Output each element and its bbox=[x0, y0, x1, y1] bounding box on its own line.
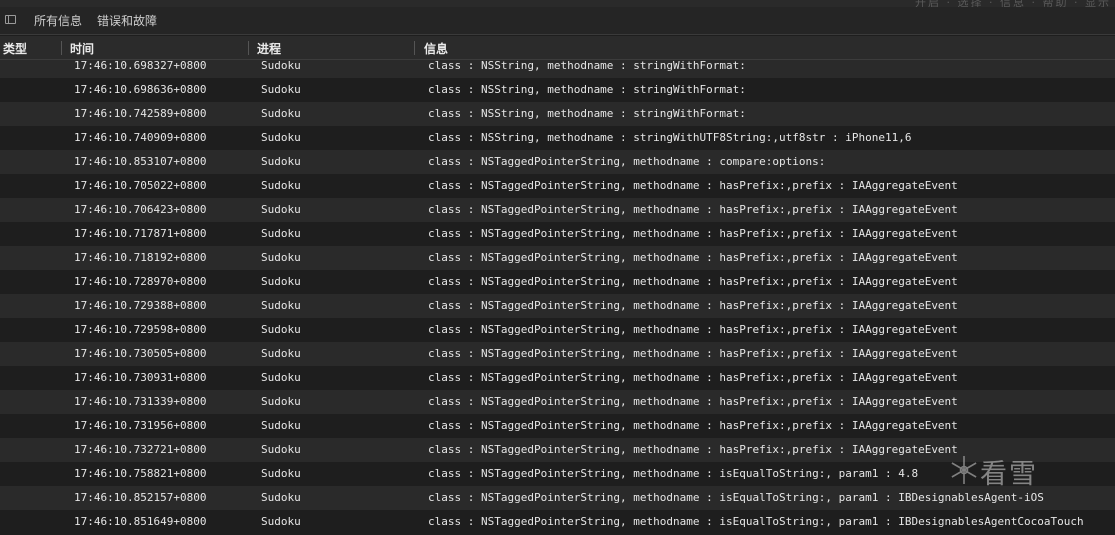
message-cell: class : NSTaggedPointerString, methodnam… bbox=[428, 419, 958, 432]
process-cell: Sudoku bbox=[261, 443, 301, 456]
time-cell: 17:46:10.705022+0800 bbox=[74, 179, 207, 192]
process-cell: Sudoku bbox=[261, 515, 301, 528]
time-cell: 17:46:10.731339+0800 bbox=[74, 395, 207, 408]
message-cell: class : NSTaggedPointerString, methodnam… bbox=[428, 227, 958, 240]
table-row[interactable]: 17:46:10.698327+0800 Sudoku class : NSStri… bbox=[0, 60, 1115, 78]
time-cell: 17:46:10.742589+0800 bbox=[74, 107, 207, 120]
table-row[interactable]: 17:46:10.730931+0800 Sudoku class : NSTagg… bbox=[0, 366, 1115, 390]
time-cell: 17:46:10.758821+0800 bbox=[74, 467, 207, 480]
table-row[interactable]: 17:46:10.731956+0800 Sudoku class : NSTagg… bbox=[0, 414, 1115, 438]
process-cell: Sudoku bbox=[261, 395, 301, 408]
table-row[interactable]: 17:46:10.740909+0800 Sudoku class : NSStri… bbox=[0, 126, 1115, 150]
time-cell: 17:46:10.717871+0800 bbox=[74, 227, 207, 240]
process-cell: Sudoku bbox=[261, 131, 301, 144]
time-cell: 17:46:10.851649+0800 bbox=[74, 515, 207, 528]
table-row[interactable]: 17:46:10.851649+0800 Sudoku class : NSTagg… bbox=[0, 510, 1115, 534]
table-row[interactable]: 17:46:10.705022+0800 Sudoku class : NSTagg… bbox=[0, 174, 1115, 198]
process-cell: Sudoku bbox=[261, 203, 301, 216]
time-cell: 17:46:10.698327+0800 bbox=[74, 60, 207, 72]
time-cell: 17:46:10.728970+0800 bbox=[74, 275, 207, 288]
message-cell: class : NSString, methodname : stringWit… bbox=[428, 131, 912, 144]
time-cell: 17:46:10.730931+0800 bbox=[74, 371, 207, 384]
table-row[interactable]: 17:46:10.706423+0800 Sudoku class : NSTagg… bbox=[0, 198, 1115, 222]
time-cell: 17:46:10.740909+0800 bbox=[74, 131, 207, 144]
message-cell: class : NSString, methodname : stringWit… bbox=[428, 107, 746, 120]
message-cell: class : NSTaggedPointerString, methodnam… bbox=[428, 323, 958, 336]
message-cell: class : NSTaggedPointerString, methodnam… bbox=[428, 443, 958, 456]
message-cell: class : NSTaggedPointerString, methodnam… bbox=[428, 491, 1044, 504]
table-row[interactable]: 17:46:10.718192+0800 Sudoku class : NSTagg… bbox=[0, 246, 1115, 270]
time-cell: 17:46:10.698636+0800 bbox=[74, 83, 207, 96]
table-header: 类型 时间 进程 信息 bbox=[0, 36, 1115, 60]
process-cell: Sudoku bbox=[261, 491, 301, 504]
message-cell: class : NSTaggedPointerString, methodnam… bbox=[428, 179, 958, 192]
time-cell: 17:46:10.730505+0800 bbox=[74, 347, 207, 360]
process-cell: Sudoku bbox=[261, 347, 301, 360]
message-cell: class : NSTaggedPointerString, methodnam… bbox=[428, 275, 958, 288]
process-cell: Sudoku bbox=[261, 60, 301, 72]
process-cell: Sudoku bbox=[261, 83, 301, 96]
time-cell: 17:46:10.731956+0800 bbox=[74, 419, 207, 432]
table-row[interactable]: 17:46:10.717871+0800 Sudoku class : NSTagg… bbox=[0, 222, 1115, 246]
message-cell: class : NSTaggedPointerString, methodnam… bbox=[428, 347, 958, 360]
column-divider[interactable] bbox=[61, 41, 62, 55]
process-cell: Sudoku bbox=[261, 227, 301, 240]
table-row[interactable]: 17:46:10.853107+0800 Sudoku class : NSTagg… bbox=[0, 150, 1115, 174]
toolbar: 所有信息 错误和故障 bbox=[0, 7, 1115, 35]
process-cell: Sudoku bbox=[261, 299, 301, 312]
watermark: 看雪 bbox=[948, 454, 1036, 490]
message-cell: class : NSString, methodname : stringWit… bbox=[428, 60, 746, 72]
table-row[interactable]: 17:46:10.729598+0800 Sudoku class : NSTagg… bbox=[0, 318, 1115, 342]
table-row[interactable]: 17:46:10.742589+0800 Sudoku class : NSStri… bbox=[0, 102, 1115, 126]
message-cell: class : NSTaggedPointerString, methodnam… bbox=[428, 467, 919, 480]
table-row[interactable]: 17:46:10.731339+0800 Sudoku class : NSTagg… bbox=[0, 390, 1115, 414]
time-cell: 17:46:10.706423+0800 bbox=[74, 203, 207, 216]
process-cell: Sudoku bbox=[261, 179, 301, 192]
table-row[interactable]: 17:46:10.729388+0800 Sudoku class : NSTagg… bbox=[0, 294, 1115, 318]
process-cell: Sudoku bbox=[261, 155, 301, 168]
top-menu-strip: 开启 · 选择 · 信息 · 帮助 · 显示 bbox=[0, 0, 1115, 9]
watermark-text: 看雪 bbox=[980, 459, 1038, 490]
column-header-time[interactable]: 时间 bbox=[70, 40, 94, 57]
column-header-process[interactable]: 进程 bbox=[257, 40, 281, 57]
column-divider[interactable] bbox=[414, 41, 415, 55]
message-cell: class : NSTaggedPointerString, methodnam… bbox=[428, 251, 958, 264]
message-cell: class : NSTaggedPointerString, methodnam… bbox=[428, 155, 826, 168]
process-cell: Sudoku bbox=[261, 275, 301, 288]
time-cell: 17:46:10.852157+0800 bbox=[74, 491, 207, 504]
snowflake-logo-icon bbox=[951, 456, 977, 484]
process-cell: Sudoku bbox=[261, 419, 301, 432]
process-cell: Sudoku bbox=[261, 107, 301, 120]
message-cell: class : NSTaggedPointerString, methodnam… bbox=[428, 515, 1084, 528]
table-row[interactable]: 17:46:10.698636+0800 Sudoku class : NSStri… bbox=[0, 78, 1115, 102]
sidebar-toggle-icon[interactable] bbox=[5, 15, 16, 24]
column-header-message[interactable]: 信息 bbox=[424, 40, 448, 57]
process-cell: Sudoku bbox=[261, 251, 301, 264]
filter-errors-faults[interactable]: 错误和故障 bbox=[97, 12, 157, 29]
time-cell: 17:46:10.718192+0800 bbox=[74, 251, 207, 264]
time-cell: 17:46:10.729598+0800 bbox=[74, 323, 207, 336]
column-divider[interactable] bbox=[248, 41, 249, 55]
column-header-type[interactable]: 类型 bbox=[3, 40, 27, 57]
message-cell: class : NSString, methodname : stringWit… bbox=[428, 83, 746, 96]
time-cell: 17:46:10.729388+0800 bbox=[74, 299, 207, 312]
process-cell: Sudoku bbox=[261, 371, 301, 384]
message-cell: class : NSTaggedPointerString, methodnam… bbox=[428, 395, 958, 408]
message-cell: class : NSTaggedPointerString, methodnam… bbox=[428, 371, 958, 384]
table-row[interactable]: 17:46:10.730505+0800 Sudoku class : NSTagg… bbox=[0, 342, 1115, 366]
time-cell: 17:46:10.732721+0800 bbox=[74, 443, 207, 456]
process-cell: Sudoku bbox=[261, 467, 301, 480]
time-cell: 17:46:10.853107+0800 bbox=[74, 155, 207, 168]
message-cell: class : NSTaggedPointerString, methodnam… bbox=[428, 299, 958, 312]
filter-all-messages[interactable]: 所有信息 bbox=[34, 12, 82, 29]
table-row[interactable]: 17:46:10.728970+0800 Sudoku class : NSTagg… bbox=[0, 270, 1115, 294]
process-cell: Sudoku bbox=[261, 323, 301, 336]
message-cell: class : NSTaggedPointerString, methodnam… bbox=[428, 203, 958, 216]
